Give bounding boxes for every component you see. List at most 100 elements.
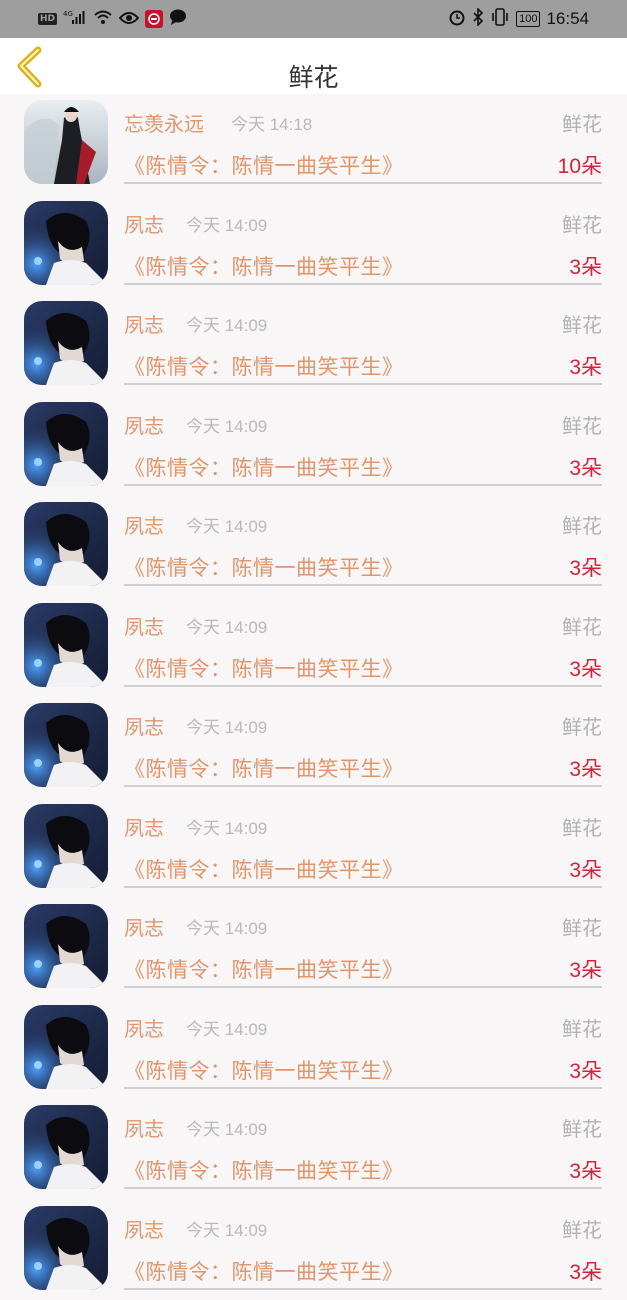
list-item[interactable]: 夙志 今天 14:09 鲜花 《陈情令：陈情一曲笑平生》 3朵 [0, 898, 627, 999]
flower-count: 3朵 [569, 854, 602, 884]
sender-name[interactable]: 夙志 [124, 912, 164, 941]
flower-count: 3朵 [569, 1055, 602, 1085]
sender-name[interactable]: 夙志 [124, 611, 164, 640]
flower-record-list[interactable]: 忘羡永远 今天 14:18 鲜花 《陈情令：陈情一曲笑平生》 10朵 [0, 94, 627, 1300]
avatar[interactable] [24, 502, 108, 586]
send-time: 今天 14:09 [186, 211, 267, 236]
sender-name[interactable]: 夙志 [124, 309, 164, 338]
work-title[interactable]: 《陈情令：陈情一曲笑平生》 [124, 1256, 404, 1286]
avatar[interactable] [24, 603, 108, 687]
divider [124, 383, 602, 385]
flower-count: 3朵 [569, 251, 602, 281]
list-item[interactable]: 夙志 今天 14:09 鲜花 《陈情令：陈情一曲笑平生》 3朵 [0, 195, 627, 296]
avatar[interactable] [24, 804, 108, 888]
status-left: HD 4G [38, 9, 187, 29]
work-title[interactable]: 《陈情令：陈情一曲笑平生》 [124, 753, 404, 783]
flower-count: 3朵 [569, 653, 602, 683]
gift-type: 鲜花 [562, 410, 602, 439]
send-time: 今天 14:09 [186, 1115, 267, 1140]
avatar[interactable] [24, 1005, 108, 1089]
flower-count: 10朵 [558, 150, 602, 180]
list-item[interactable]: 夙志 今天 14:09 鲜花 《陈情令：陈情一曲笑平生》 3朵 [0, 999, 627, 1100]
work-title[interactable]: 《陈情令：陈情一曲笑平生》 [124, 854, 404, 884]
divider [124, 1087, 602, 1089]
sender-name[interactable]: 夙志 [124, 1013, 164, 1042]
flower-count: 3朵 [569, 753, 602, 783]
work-title[interactable]: 《陈情令：陈情一曲笑平生》 [124, 552, 404, 582]
flower-count: 3朵 [569, 552, 602, 582]
avatar[interactable] [24, 402, 108, 486]
gift-type: 鲜花 [562, 812, 602, 841]
list-item[interactable]: 忘羡永远 今天 14:18 鲜花 《陈情令：陈情一曲笑平生》 10朵 [0, 94, 627, 195]
list-item[interactable]: 夙志 今天 14:09 鲜花 《陈情令：陈情一曲笑平生》 3朵 [0, 396, 627, 497]
send-time: 今天 14:09 [186, 814, 267, 839]
divider [124, 283, 602, 285]
gift-type: 鲜花 [562, 1013, 602, 1042]
avatar[interactable] [24, 1206, 108, 1290]
work-title[interactable]: 《陈情令：陈情一曲笑平生》 [124, 653, 404, 683]
sender-name[interactable]: 夙志 [124, 1214, 164, 1243]
avatar[interactable] [24, 703, 108, 787]
work-title[interactable]: 《陈情令：陈情一曲笑平生》 [124, 954, 404, 984]
status-bar: HD 4G [0, 0, 627, 38]
flower-count: 3朵 [569, 1155, 602, 1185]
list-item[interactable]: 夙志 今天 14:09 鲜花 《陈情令：陈情一曲笑平生》 3朵 [0, 697, 627, 798]
divider [124, 584, 602, 586]
eye-icon [119, 10, 139, 29]
divider [124, 182, 602, 184]
work-title[interactable]: 《陈情令：陈情一曲笑平生》 [124, 1055, 404, 1085]
send-time: 今天 14:09 [186, 914, 267, 939]
send-time: 今天 14:09 [186, 613, 267, 638]
page-title: 鲜花 [0, 58, 627, 94]
flower-count: 3朵 [569, 452, 602, 482]
send-time: 今天 14:09 [186, 713, 267, 738]
avatar[interactable] [24, 301, 108, 385]
list-item[interactable]: 夙志 今天 14:09 鲜花 《陈情令：陈情一曲笑平生》 3朵 [0, 597, 627, 698]
work-title[interactable]: 《陈情令：陈情一曲笑平生》 [124, 1155, 404, 1185]
flower-count: 3朵 [569, 351, 602, 381]
sender-name[interactable]: 夙志 [124, 510, 164, 539]
vibrate-icon [490, 8, 510, 30]
gift-type: 鲜花 [562, 209, 602, 238]
list-item[interactable]: 夙志 今天 14:09 鲜花 《陈情令：陈情一曲笑平生》 3朵 [0, 798, 627, 899]
work-title[interactable]: 《陈情令：陈情一曲笑平生》 [124, 351, 404, 381]
send-time: 今天 14:09 [186, 1015, 267, 1040]
avatar[interactable] [24, 1105, 108, 1189]
avatar[interactable] [24, 100, 108, 184]
bluetooth-icon [472, 8, 484, 30]
gift-type: 鲜花 [562, 711, 602, 740]
sender-name[interactable]: 夙志 [124, 209, 164, 238]
header: 鲜花 [0, 38, 627, 94]
cell-signal-icon: 4G [63, 9, 87, 29]
sender-name[interactable]: 夙志 [124, 711, 164, 740]
gift-type: 鲜花 [562, 108, 602, 137]
gift-type: 鲜花 [562, 611, 602, 640]
divider [124, 986, 602, 988]
divider [124, 484, 602, 486]
avatar[interactable] [24, 904, 108, 988]
work-title[interactable]: 《陈情令：陈情一曲笑平生》 [124, 150, 404, 180]
sender-name[interactable]: 夙志 [124, 812, 164, 841]
list-item[interactable]: 夙志 今天 14:09 鲜花 《陈情令：陈情一曲笑平生》 3朵 [0, 496, 627, 597]
divider [124, 1187, 602, 1189]
divider [124, 685, 602, 687]
sender-name[interactable]: 夙志 [124, 410, 164, 439]
gift-type: 鲜花 [562, 309, 602, 338]
sender-name[interactable]: 夙志 [124, 1113, 164, 1142]
list-item[interactable]: 夙志 今天 14:09 鲜花 《陈情令：陈情一曲笑平生》 3朵 [0, 295, 627, 396]
wifi-icon [93, 9, 113, 29]
gift-type: 鲜花 [562, 1113, 602, 1142]
work-title[interactable]: 《陈情令：陈情一曲笑平生》 [124, 452, 404, 482]
list-item[interactable]: 夙志 今天 14:09 鲜花 《陈情令：陈情一曲笑平生》 3朵 [0, 1099, 627, 1200]
sender-name[interactable]: 忘羡永远 [124, 108, 204, 137]
avatar[interactable] [24, 201, 108, 285]
list-item[interactable]: 夙志 今天 14:09 鲜花 《陈情令：陈情一曲笑平生》 3朵 [0, 1200, 627, 1300]
app-notification-icon [145, 10, 163, 28]
chat-icon [169, 9, 187, 29]
flower-count: 3朵 [569, 1256, 602, 1286]
flower-count: 3朵 [569, 954, 602, 984]
send-time: 今天 14:09 [186, 512, 267, 537]
divider [124, 886, 602, 888]
work-title[interactable]: 《陈情令：陈情一曲笑平生》 [124, 251, 404, 281]
alarm-icon [448, 8, 466, 30]
